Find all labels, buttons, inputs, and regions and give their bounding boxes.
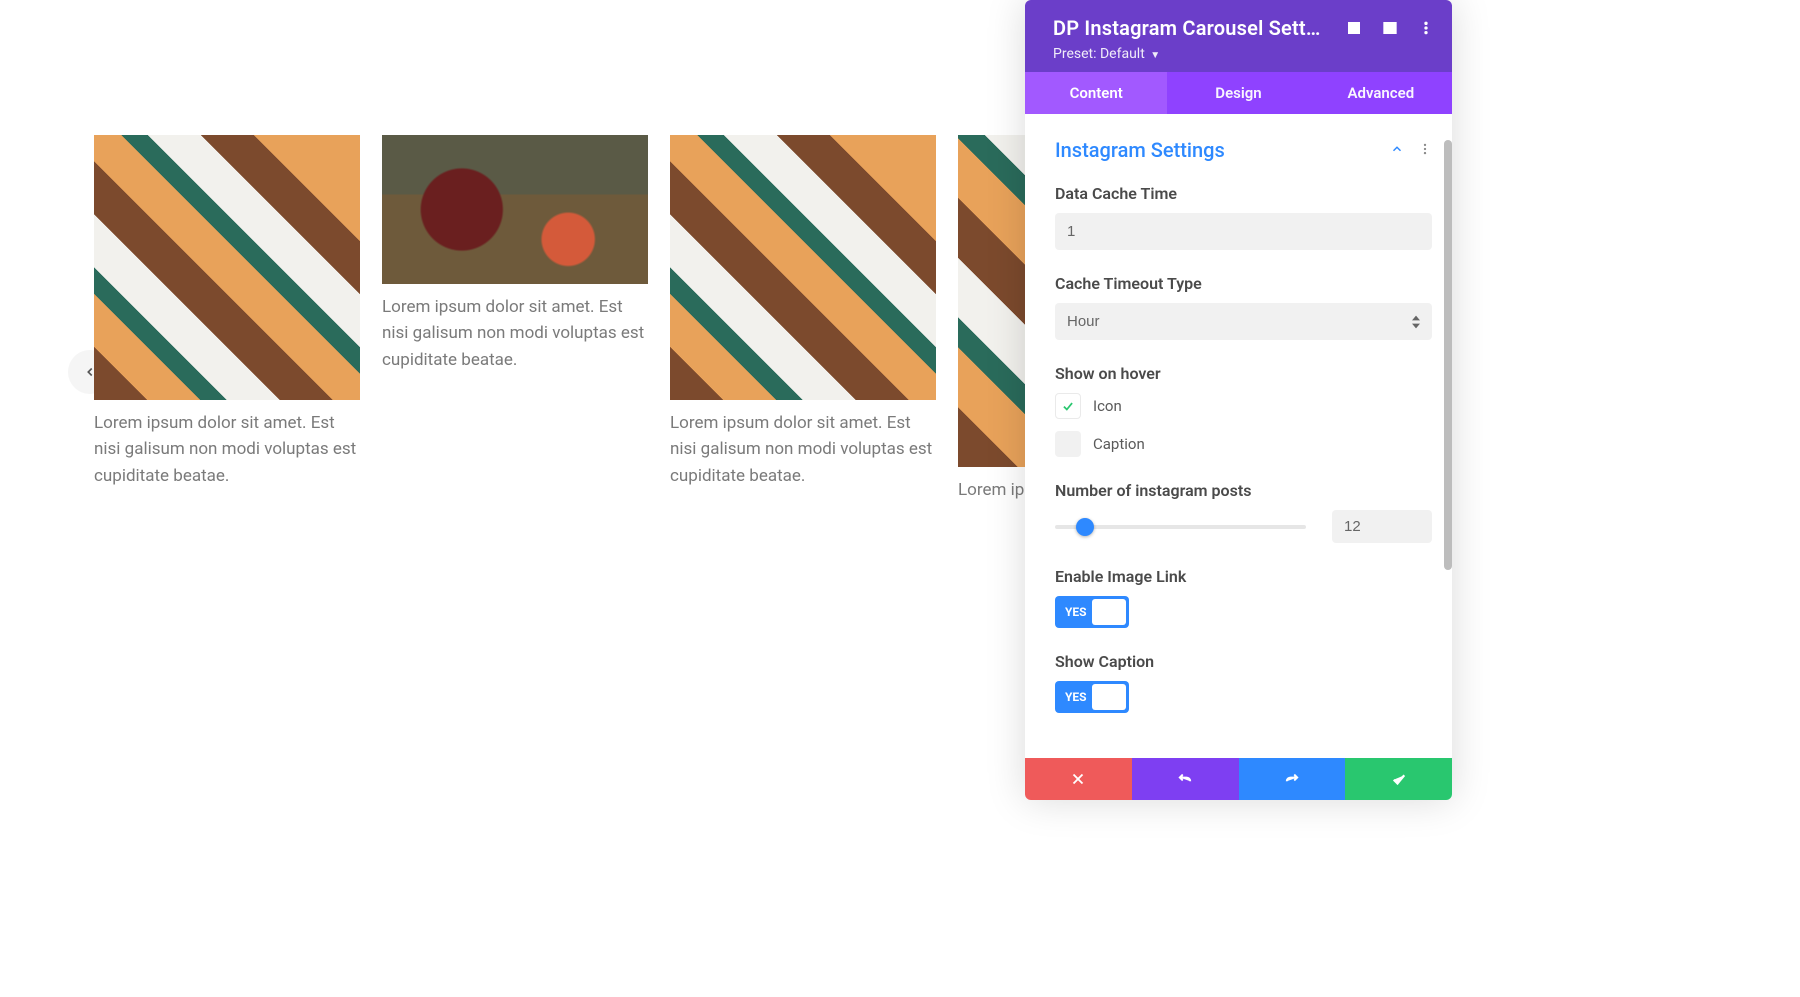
input-cache-time[interactable] [1055, 213, 1432, 250]
carousel-card[interactable]: Lorem ipsum dolor sit amet. Est nisi gal… [382, 135, 648, 503]
toggle-show-caption-label: YES [1055, 690, 1087, 704]
toggle-show-caption[interactable]: YES [1055, 681, 1129, 713]
checkbox-caption[interactable] [1055, 431, 1081, 457]
card-image[interactable] [958, 135, 1028, 467]
label-show-hover: Show on hover [1055, 364, 1432, 383]
carousel-card[interactable]: Lorem ipsum dolor sit amet. Est nisi gal… [958, 135, 1028, 503]
select-cache-type[interactable]: MinuteHourDay [1055, 303, 1432, 340]
label-show-caption: Show Caption [1055, 652, 1432, 671]
card-image[interactable] [670, 135, 936, 400]
panel-header: DP Instagram Carousel Sett… Preset: Defa… [1025, 0, 1452, 72]
panel-footer [1025, 758, 1452, 800]
toggle-knob [1092, 684, 1126, 710]
tabs: Content Design Advanced [1025, 72, 1452, 114]
toggle-image-link[interactable]: YES [1055, 596, 1129, 628]
field-show-hover: Show on hover Icon Caption [1055, 364, 1432, 457]
canvas-preview: Lorem ipsum dolor sit amet. Est nisi gal… [0, 0, 1026, 997]
section-kebab-icon[interactable] [1418, 141, 1432, 160]
kebab-menu-icon[interactable] [1418, 20, 1434, 36]
preset-selector[interactable]: Preset: Default ▼ [1053, 46, 1434, 62]
chevron-down-icon: ▼ [1150, 50, 1160, 61]
card-caption: Lorem ipsum dolor sit amet. Est nisi gal… [958, 477, 1028, 503]
toggle-knob [1092, 599, 1126, 625]
preset-value: Default [1100, 46, 1145, 62]
checkbox-label-caption: Caption [1093, 435, 1145, 453]
carousel-card[interactable]: Lorem ipsum dolor sit amet. Est nisi gal… [94, 135, 360, 503]
card-image[interactable] [382, 135, 648, 284]
preset-label: Preset: [1053, 46, 1097, 62]
undo-button[interactable] [1132, 758, 1239, 800]
tab-advanced[interactable]: Advanced [1310, 72, 1452, 114]
columns-icon[interactable] [1382, 20, 1398, 36]
input-num-posts[interactable] [1332, 510, 1432, 543]
settings-panel: DP Instagram Carousel Sett… Preset: Defa… [1025, 0, 1452, 800]
card-caption: Lorem ipsum dolor sit amet. Est nisi gal… [94, 410, 360, 489]
label-cache-type: Cache Timeout Type [1055, 274, 1432, 293]
carousel: Lorem ipsum dolor sit amet. Est nisi gal… [94, 135, 1028, 503]
checkbox-label-icon: Icon [1093, 397, 1122, 415]
checkbox-icon[interactable] [1055, 393, 1081, 419]
card-caption: Lorem ipsum dolor sit amet. Est nisi gal… [670, 410, 936, 489]
field-cache-time: Data Cache Time [1055, 184, 1432, 250]
field-cache-type: Cache Timeout Type MinuteHourDay [1055, 274, 1432, 340]
label-image-link: Enable Image Link [1055, 567, 1432, 586]
card-image[interactable] [94, 135, 360, 400]
carousel-card[interactable]: Lorem ipsum dolor sit amet. Est nisi gal… [670, 135, 936, 503]
slider-num-posts[interactable] [1055, 525, 1306, 529]
label-cache-time: Data Cache Time [1055, 184, 1432, 203]
redo-button[interactable] [1239, 758, 1346, 800]
scrollbar[interactable] [1444, 140, 1452, 570]
save-button[interactable] [1345, 758, 1452, 800]
toggle-image-link-label: YES [1055, 605, 1087, 619]
label-num-posts: Number of instagram posts [1055, 481, 1432, 500]
field-image-link: Enable Image Link YES [1055, 567, 1432, 628]
discard-button[interactable] [1025, 758, 1132, 800]
slider-thumb[interactable] [1076, 518, 1094, 536]
expand-icon[interactable] [1346, 20, 1362, 36]
tab-design[interactable]: Design [1167, 72, 1309, 114]
chevron-up-icon[interactable] [1390, 141, 1404, 160]
field-show-caption: Show Caption YES [1055, 652, 1432, 713]
field-num-posts: Number of instagram posts [1055, 481, 1432, 543]
section-header[interactable]: Instagram Settings [1055, 138, 1432, 162]
panel-body: Instagram Settings Data Cache Time Cache… [1025, 114, 1452, 758]
card-caption: Lorem ipsum dolor sit amet. Est nisi gal… [382, 294, 648, 373]
section-title: Instagram Settings [1055, 138, 1225, 162]
tab-content[interactable]: Content [1025, 72, 1167, 114]
panel-title: DP Instagram Carousel Sett… [1053, 16, 1336, 40]
